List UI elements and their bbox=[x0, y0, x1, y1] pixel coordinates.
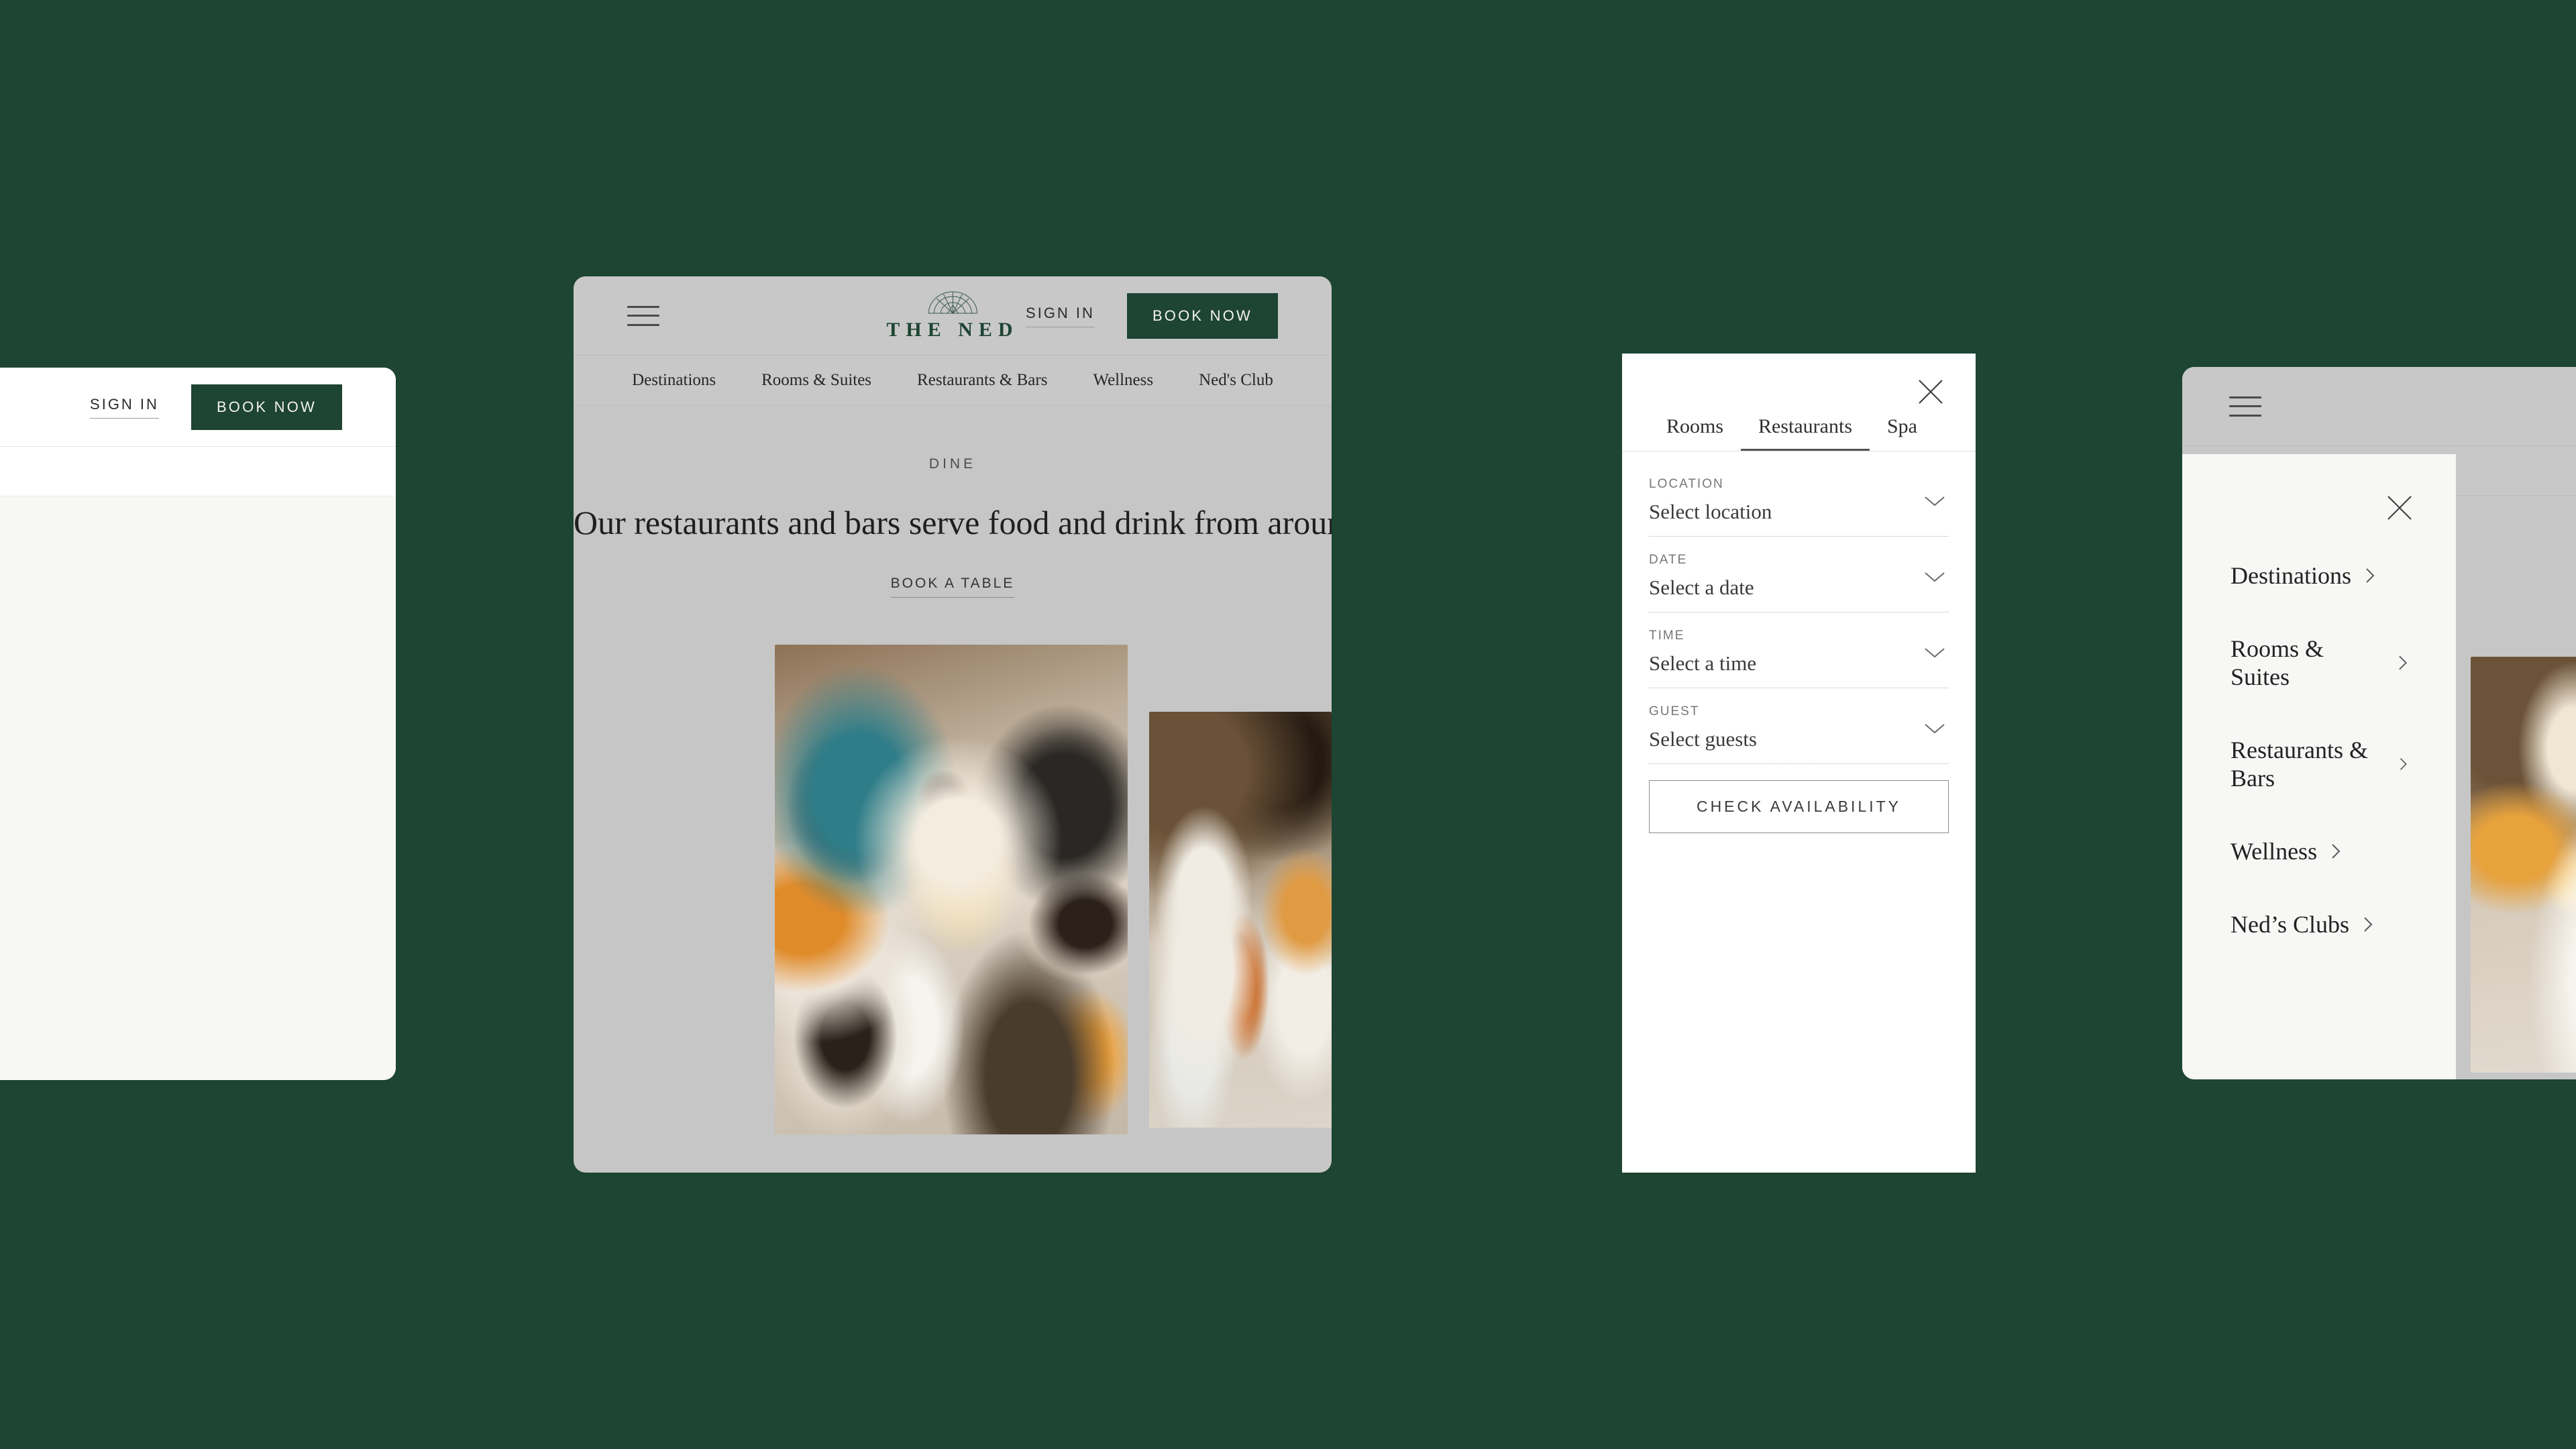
hero-eyebrow: DINE bbox=[928, 456, 977, 472]
drawer-menu-list: Destinations Rooms & Suites Restaurants … bbox=[2182, 454, 2456, 938]
drawer-item-restaurants-bars[interactable]: Restaurants & Bars bbox=[2231, 736, 2408, 792]
guest-value: Select guests bbox=[1649, 727, 1757, 751]
gallery-image[interactable] bbox=[2471, 657, 2576, 1073]
time-value: Select a time bbox=[1649, 651, 1757, 675]
chevron-right-icon bbox=[2398, 655, 2407, 670]
drawer-item-rooms-suites[interactable]: Rooms & Suites bbox=[2231, 635, 2408, 691]
chevron-down-icon bbox=[1925, 648, 1945, 658]
date-label: DATE bbox=[1649, 553, 1688, 567]
drawer-item-label: Restaurants & Bars bbox=[2231, 737, 2368, 792]
drawer-item-neds-clubs[interactable]: Ned’s Clubs bbox=[2231, 910, 2408, 938]
screenshot-stage: SIGN IN BOOK NOW e world. bbox=[0, 0, 2576, 1449]
sign-in-button[interactable]: SIGN IN bbox=[1026, 305, 1095, 327]
close-icon[interactable] bbox=[2385, 493, 2414, 523]
drawer-item-wellness[interactable]: Wellness bbox=[2231, 837, 2408, 865]
drawer-item-destinations[interactable]: Destinations bbox=[2231, 561, 2408, 590]
gallery bbox=[574, 645, 1332, 1134]
drawer-item-label: Wellness bbox=[2231, 838, 2318, 865]
date-field[interactable]: DATE Select a date bbox=[1649, 553, 1949, 612]
close-icon[interactable] bbox=[1917, 378, 1945, 406]
hero-section: DINE Our restaurants and bars serve food… bbox=[574, 405, 1332, 1134]
tab-spa[interactable]: Spa bbox=[1870, 415, 1935, 451]
drawer-item-label: Rooms & Suites bbox=[2231, 635, 2324, 690]
drawer-item-label: Destinations bbox=[2231, 562, 2351, 589]
mobile-nav-drawer: Destinations Rooms & Suites Restaurants … bbox=[2182, 454, 2456, 1079]
time-field[interactable]: TIME Select a time bbox=[1649, 629, 1949, 688]
chevron-right-icon bbox=[2332, 844, 2341, 859]
fan-arch-icon bbox=[928, 291, 977, 313]
booking-form: LOCATION Select location DATE Select a d… bbox=[1622, 451, 1976, 764]
brand-wordmark: THE NED bbox=[886, 318, 1019, 341]
chevron-down-icon bbox=[1925, 496, 1945, 506]
site-header: THE NED SIGN IN BOOK NOW bbox=[574, 276, 1332, 356]
book-now-button[interactable]: BOOK NOW bbox=[1126, 292, 1278, 339]
sign-in-button[interactable]: SIGN IN bbox=[90, 396, 159, 419]
primary-nav: Destinations Rooms & Suites Restaurants … bbox=[574, 356, 1332, 405]
gallery-image[interactable] bbox=[1149, 712, 1332, 1128]
book-a-table-link[interactable]: BOOK A TABLE bbox=[890, 576, 1015, 598]
guest-label: GUEST bbox=[1649, 704, 1700, 718]
left-site-header: SIGN IN BOOK NOW bbox=[0, 368, 396, 447]
right-site-header bbox=[2182, 367, 2576, 446]
drawer-item-label: Ned’s Clubs bbox=[2231, 911, 2350, 938]
check-availability-button[interactable]: CHECK AVAILABILITY bbox=[1649, 780, 1949, 833]
chevron-right-icon bbox=[2366, 568, 2375, 583]
right-preview-panel: Our resta Destinations Rooms & Suites bbox=[2182, 367, 2576, 1079]
nav-item-neds-club[interactable]: Ned's Club bbox=[1199, 371, 1273, 390]
guest-field[interactable]: GUEST Select guests bbox=[1649, 704, 1949, 764]
location-field[interactable]: LOCATION Select location bbox=[1649, 477, 1949, 537]
location-label: LOCATION bbox=[1649, 477, 1724, 491]
time-label: TIME bbox=[1649, 629, 1685, 643]
tab-restaurants[interactable]: Restaurants bbox=[1741, 415, 1870, 451]
date-value: Select a date bbox=[1649, 576, 1754, 599]
chevron-right-icon bbox=[2400, 758, 2407, 770]
left-preview-panel: SIGN IN BOOK NOW e world. bbox=[0, 368, 396, 1080]
gallery-image[interactable] bbox=[775, 645, 1128, 1134]
chevron-down-icon bbox=[1925, 724, 1945, 734]
chevron-down-icon bbox=[1925, 572, 1945, 582]
nav-item-rooms-suites[interactable]: Rooms & Suites bbox=[761, 371, 871, 390]
nav-item-destinations[interactable]: Destinations bbox=[632, 371, 716, 390]
page-title: Our restaurants and bars serve food and … bbox=[574, 504, 1332, 541]
booking-tabs: Rooms Restaurants Spa bbox=[1622, 415, 1976, 451]
nav-item-restaurants-bars[interactable]: Restaurants & Bars bbox=[917, 371, 1047, 390]
brand-logo[interactable]: THE NED bbox=[886, 290, 1018, 341]
left-nav-bar bbox=[0, 447, 396, 496]
hamburger-menu-icon[interactable] bbox=[627, 305, 659, 326]
main-browser-panel: THE NED SIGN IN BOOK NOW Destinations Ro… bbox=[574, 276, 1332, 1173]
left-headline-fragment: e world. bbox=[0, 564, 396, 602]
location-value: Select location bbox=[1649, 500, 1772, 523]
hamburger-menu-icon[interactable] bbox=[2229, 396, 2261, 417]
chevron-right-icon bbox=[2364, 917, 2373, 932]
nav-item-wellness[interactable]: Wellness bbox=[1093, 371, 1153, 390]
tab-rooms[interactable]: Rooms bbox=[1649, 415, 1741, 451]
booking-flyout: Rooms Restaurants Spa LOCATION Select lo… bbox=[1622, 354, 1976, 1173]
book-now-button[interactable]: BOOK NOW bbox=[191, 384, 342, 430]
left-hero: e world. bbox=[0, 496, 396, 1080]
